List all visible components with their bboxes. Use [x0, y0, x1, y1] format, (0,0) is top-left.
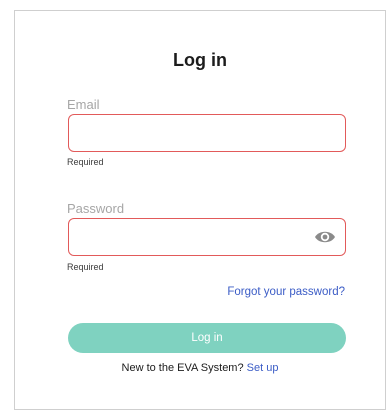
password-field[interactable]	[68, 218, 346, 256]
signup-prompt-text: New to the EVA System?	[121, 362, 244, 374]
email-required-text: Required	[67, 157, 104, 167]
login-button[interactable]: Log in	[68, 323, 346, 353]
email-field[interactable]	[68, 114, 346, 152]
forgot-password-link[interactable]: Forgot your password?	[227, 286, 345, 298]
signup-prompt: New to the EVA System? Set up	[15, 362, 385, 374]
password-required-text: Required	[67, 262, 104, 272]
eye-icon[interactable]	[314, 229, 336, 245]
page-title: Log in	[173, 50, 227, 70]
password-label: Password	[67, 201, 125, 216]
setup-link[interactable]: Set up	[247, 362, 279, 374]
email-label: Email	[67, 97, 100, 112]
login-panel: Log in Email Required Password Required …	[14, 10, 386, 410]
